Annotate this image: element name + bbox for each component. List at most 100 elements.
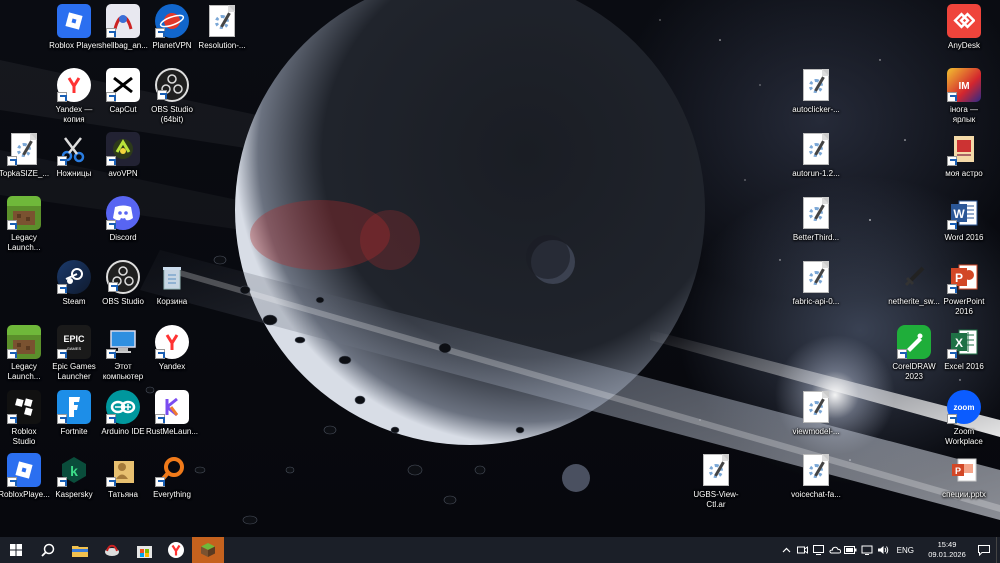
powerpoint-icon: P	[947, 260, 981, 294]
snipping-tool-icon	[57, 132, 91, 166]
svg-text:P: P	[955, 271, 963, 285]
network-icon	[861, 545, 873, 555]
desktop-icon-legacy-launcher-1[interactable]: Legacy Launch...	[0, 196, 60, 253]
pdf-document-icon	[947, 132, 981, 166]
word-icon: W	[947, 196, 981, 230]
anydesk-icon	[947, 4, 981, 38]
desktop-icon-everything[interactable]: Everything	[136, 453, 208, 500]
this-pc-icon	[106, 325, 140, 359]
tray-network[interactable]	[859, 537, 875, 563]
svg-text:k: k	[70, 463, 78, 479]
clock-time: 15:49	[937, 540, 957, 549]
script-file-icon	[205, 4, 239, 38]
cloud-icon	[829, 546, 841, 554]
tray-battery[interactable]	[843, 537, 859, 563]
script-file-icon	[799, 132, 833, 166]
minecraft-legacy-icon	[7, 196, 41, 230]
svg-text:IM: IM	[958, 81, 969, 92]
planetvpn-icon	[155, 4, 189, 38]
tray-display[interactable]	[811, 537, 827, 563]
show-desktop-button[interactable]	[996, 537, 1000, 563]
svg-text:W: W	[953, 207, 965, 221]
desktop-icon-viewmodel[interactable]: viewmodel-...	[780, 390, 852, 437]
yandex-browser-icon	[57, 68, 91, 102]
microsoft-store-icon	[136, 545, 152, 558]
recycle-bin-icon	[155, 260, 189, 294]
desktop-icon-anydesk[interactable]: AnyDesk	[928, 4, 1000, 51]
desktop-icon-discord[interactable]: Discord	[87, 196, 159, 243]
desktop-icon-game-shortcut[interactable]: IM інога — ярлык	[928, 68, 1000, 125]
script-file-icon	[799, 260, 833, 294]
rustme-icon	[155, 390, 189, 424]
desktop-icon-resolution[interactable]: Resolution-...	[186, 4, 258, 51]
arduino-icon	[106, 390, 140, 424]
tray-overflow-button[interactable]	[779, 537, 795, 563]
desktop-icon-rustme[interactable]: RustMeLaun...	[136, 390, 208, 437]
svg-text:X: X	[955, 336, 963, 350]
desktop-icon-zoom[interactable]: zoom Zoom Workplace	[928, 390, 1000, 447]
battery-icon	[844, 546, 857, 554]
steam-icon	[57, 260, 91, 294]
taskbar: ENG 15:49 09.01.2026	[0, 537, 1000, 563]
fortnite-icon	[57, 390, 91, 424]
search-button[interactable]	[32, 537, 64, 563]
epic-games-icon: EPIC GAMES	[57, 325, 91, 359]
desktop-icon-specii-pptx[interactable]: P специи.pptx	[928, 453, 1000, 500]
desktop-icon-fabric-api[interactable]: fabric-api-0...	[780, 260, 852, 307]
desktop[interactable]: Roblox Player Yandex — копия TopkaSIZE_.…	[0, 0, 1000, 537]
kaspersky-icon: k	[57, 453, 91, 487]
capcut-icon	[106, 68, 140, 102]
desktop-icon-yandex[interactable]: Yandex	[136, 325, 208, 372]
svg-text:zoom: zoom	[954, 403, 975, 412]
desktop-icon-autoclicker[interactable]: autoclicker-...	[780, 68, 852, 115]
taskbar-file-explorer[interactable]	[64, 537, 96, 563]
action-center-button[interactable]	[972, 537, 996, 563]
script-file-icon	[799, 196, 833, 230]
notification-icon	[978, 544, 990, 556]
roblox-player-icon	[57, 4, 91, 38]
tray-meet-now[interactable]	[795, 537, 811, 563]
netherite-sword-icon	[897, 260, 931, 294]
desktop-icon-recycle-bin[interactable]: Корзина	[136, 260, 208, 307]
user-folder-icon	[106, 453, 140, 487]
desktop-icon-autorun[interactable]: autorun-1.2...	[780, 132, 852, 179]
taskbar-microsoft-store[interactable]	[128, 537, 160, 563]
shortcut-arrow-icon	[57, 92, 67, 102]
taskbar-shellbag[interactable]	[96, 537, 128, 563]
tray-volume[interactable]	[875, 537, 891, 563]
script-file-icon	[7, 132, 41, 166]
obs-studio-icon	[106, 260, 140, 294]
desktop-icon-obs-64[interactable]: OBS Studio (64bit)	[136, 68, 208, 125]
file-explorer-icon	[72, 545, 88, 557]
pptx-file-icon: P	[947, 453, 981, 487]
minecraft-legacy-icon	[7, 325, 41, 359]
desktop-icon-ugbs[interactable]: UGBS-View- Ctl.ar	[680, 453, 752, 510]
camera-icon	[797, 546, 809, 554]
desktop-icon-voicechat[interactable]: voicechat-fa...	[780, 453, 852, 500]
discord-icon	[106, 196, 140, 230]
script-file-icon	[799, 68, 833, 102]
desktop-icon-betterthird[interactable]: BetterThird...	[780, 196, 852, 243]
taskbar-minecraft[interactable]	[192, 537, 224, 563]
system-tray: ENG 15:49 09.01.2026	[779, 537, 1000, 563]
roblox-studio-icon	[7, 390, 41, 424]
roblox-player-icon	[7, 453, 41, 487]
clock[interactable]: 15:49 09.01.2026	[922, 540, 972, 560]
game-shortcut-icon: IM	[947, 68, 981, 102]
input-language[interactable]: ENG	[897, 546, 914, 555]
script-file-icon	[799, 453, 833, 487]
display-icon	[813, 545, 825, 555]
desktop-icon-excel[interactable]: X Excel 2016	[928, 325, 1000, 372]
svg-text:P: P	[955, 466, 961, 476]
tray-onedrive[interactable]	[827, 537, 843, 563]
coreldraw-icon	[897, 325, 931, 359]
desktop-icon-moya-astro[interactable]: моя астро	[928, 132, 1000, 179]
desktop-icon-word[interactable]: W Word 2016	[928, 196, 1000, 243]
desktop-icon-powerpoint[interactable]: P PowerPoint 2016	[928, 260, 1000, 317]
start-button[interactable]	[0, 537, 32, 563]
start-icon	[10, 544, 22, 556]
search-icon	[41, 543, 55, 557]
desktop-icon-avovpn[interactable]: avoVPN	[87, 132, 159, 179]
clock-date: 09.01.2026	[928, 550, 966, 559]
taskbar-yandex-browser[interactable]	[160, 537, 192, 563]
